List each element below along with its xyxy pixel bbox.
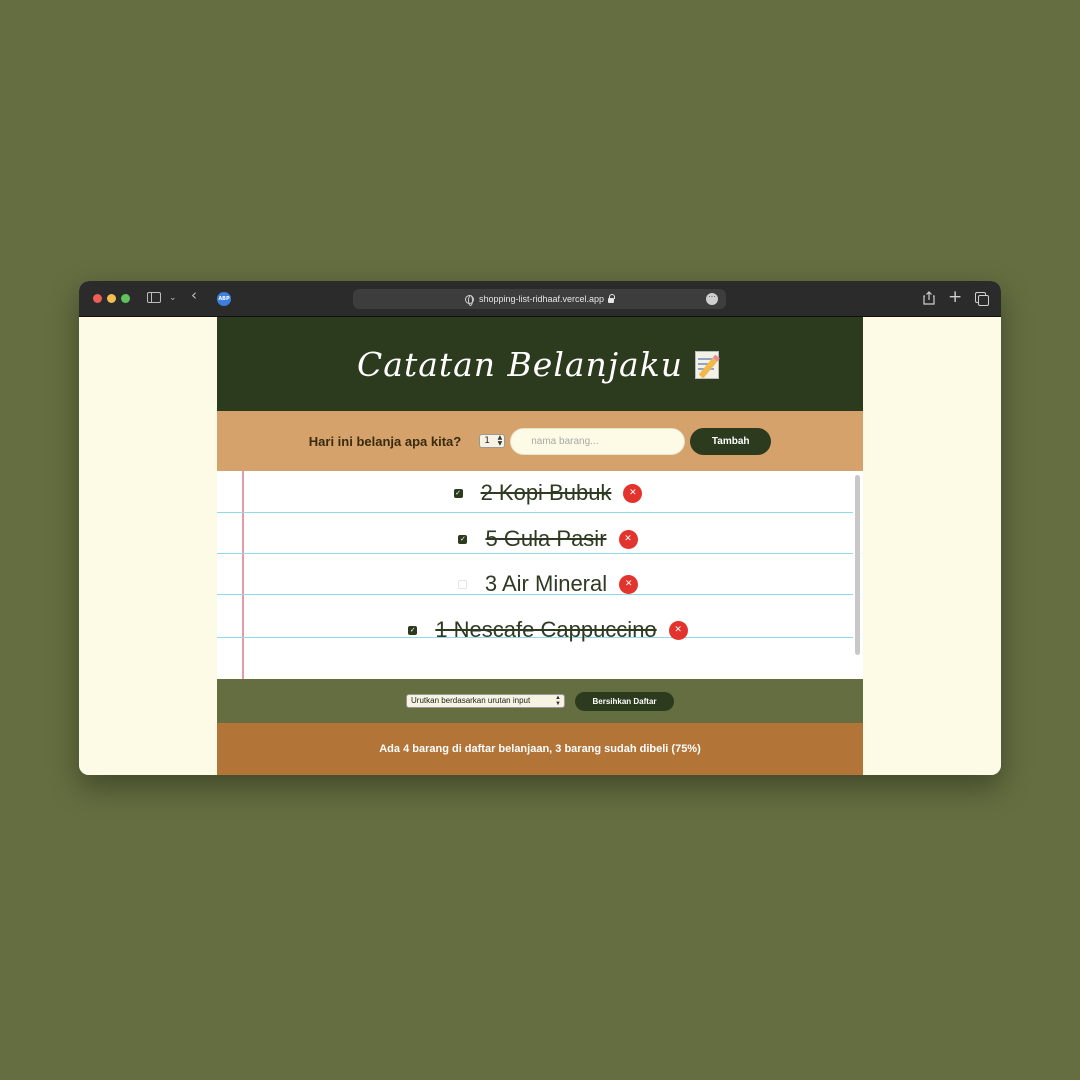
new-tab-icon[interactable]: + [948, 288, 962, 306]
chevron-down-icon[interactable]: ⌄ [169, 291, 177, 305]
list-item: ✓ 2 Kopi Bubuk ✕ [243, 473, 853, 513]
delete-icon[interactable]: ✕ [618, 529, 638, 549]
form-question: Hari ini belanja apa kita? [308, 433, 462, 449]
share-icon[interactable] [923, 291, 935, 305]
list-item: ✓ 1 Nescafe Cappuccino ✕ [243, 610, 853, 650]
app-header: Catatan Belanjaku [217, 317, 863, 411]
stats-footer: Ada 4 barang di daftar belanjaan, 3 bara… [217, 723, 863, 775]
sort-selected-value: Urutkan berdasarkan urutan input [411, 696, 531, 705]
item-checkbox[interactable]: ✓ [458, 534, 468, 544]
list-item: ✓ 3 Air Mineral ✕ [243, 564, 853, 604]
app-title: Catatan Belanjaku [357, 344, 683, 384]
more-icon[interactable]: ··· [706, 293, 718, 305]
quantity-value: 1 [484, 436, 490, 446]
item-text: 5 Gula Pasir [485, 526, 607, 551]
maximize-window-button[interactable] [121, 294, 130, 303]
lock-icon [608, 294, 616, 303]
shopping-list: ✓ 2 Kopi Bubuk ✕ ✓ 5 Gula Pasir ✕ ✓ 3 Ai… [217, 471, 863, 679]
delete-icon[interactable]: ✕ [623, 483, 643, 503]
close-window-button[interactable] [93, 294, 102, 303]
delete-icon[interactable]: ✕ [668, 620, 688, 640]
select-arrows-icon: ▲ ▼ [555, 695, 561, 707]
item-checkbox[interactable]: ✓ [408, 625, 418, 635]
page: Catatan Belanjaku Hari ini belanja apa k… [79, 317, 1001, 775]
item-text: 1 Nescafe Cappuccino [435, 617, 657, 642]
item-text: 3 Air Mineral [484, 571, 608, 596]
select-arrows-icon: ▲ ▼ [497, 434, 503, 447]
browser-window: ⌄ ‹ ABP shopping-list-ridhaaf.vercel.app… [79, 281, 1001, 775]
minimize-window-button[interactable] [107, 294, 116, 303]
delete-icon[interactable]: ✕ [619, 574, 639, 594]
memo-icon [694, 349, 723, 379]
globe-icon [464, 294, 474, 306]
adblock-extension-icon[interactable]: ABP [217, 292, 231, 306]
add-button[interactable]: Tambah [690, 427, 772, 455]
sort-select[interactable]: Urutkan berdasarkan urutan input ▲ ▼ [406, 694, 565, 708]
item-checkbox[interactable]: ✓ [457, 579, 467, 589]
sidebar-icon[interactable] [147, 292, 161, 303]
stats-text: Ada 4 barang di daftar belanjaan, 3 bara… [379, 743, 701, 755]
browser-toolbar: ⌄ ‹ ABP shopping-list-ridhaaf.vercel.app… [79, 281, 1001, 317]
add-item-form: Hari ini belanja apa kita? 1 ▲▼ Tambah [217, 411, 863, 471]
clear-list-button[interactable]: Bersihkan Daftar [575, 691, 674, 711]
address-bar[interactable]: shopping-list-ridhaaf.vercel.app ··· [353, 289, 726, 309]
item-name-input[interactable] [510, 427, 686, 455]
tab-overview-icon[interactable] [975, 292, 989, 306]
back-arrow-icon[interactable]: ‹ [191, 288, 197, 303]
list-scrollbar[interactable] [855, 475, 860, 655]
list-item: ✓ 5 Gula Pasir ✕ [243, 519, 853, 559]
shopping-app: Catatan Belanjaku Hari ini belanja apa k… [217, 317, 863, 775]
item-text: 2 Kopi Bubuk [480, 480, 612, 505]
list-actions: Urutkan berdasarkan urutan input ▲ ▼ Bers… [217, 679, 863, 723]
item-checkbox[interactable]: ✓ [453, 488, 463, 498]
quantity-select[interactable]: 1 ▲ ▼ [479, 434, 506, 448]
url-text: shopping-list-ridhaaf.vercel.app [478, 294, 605, 304]
